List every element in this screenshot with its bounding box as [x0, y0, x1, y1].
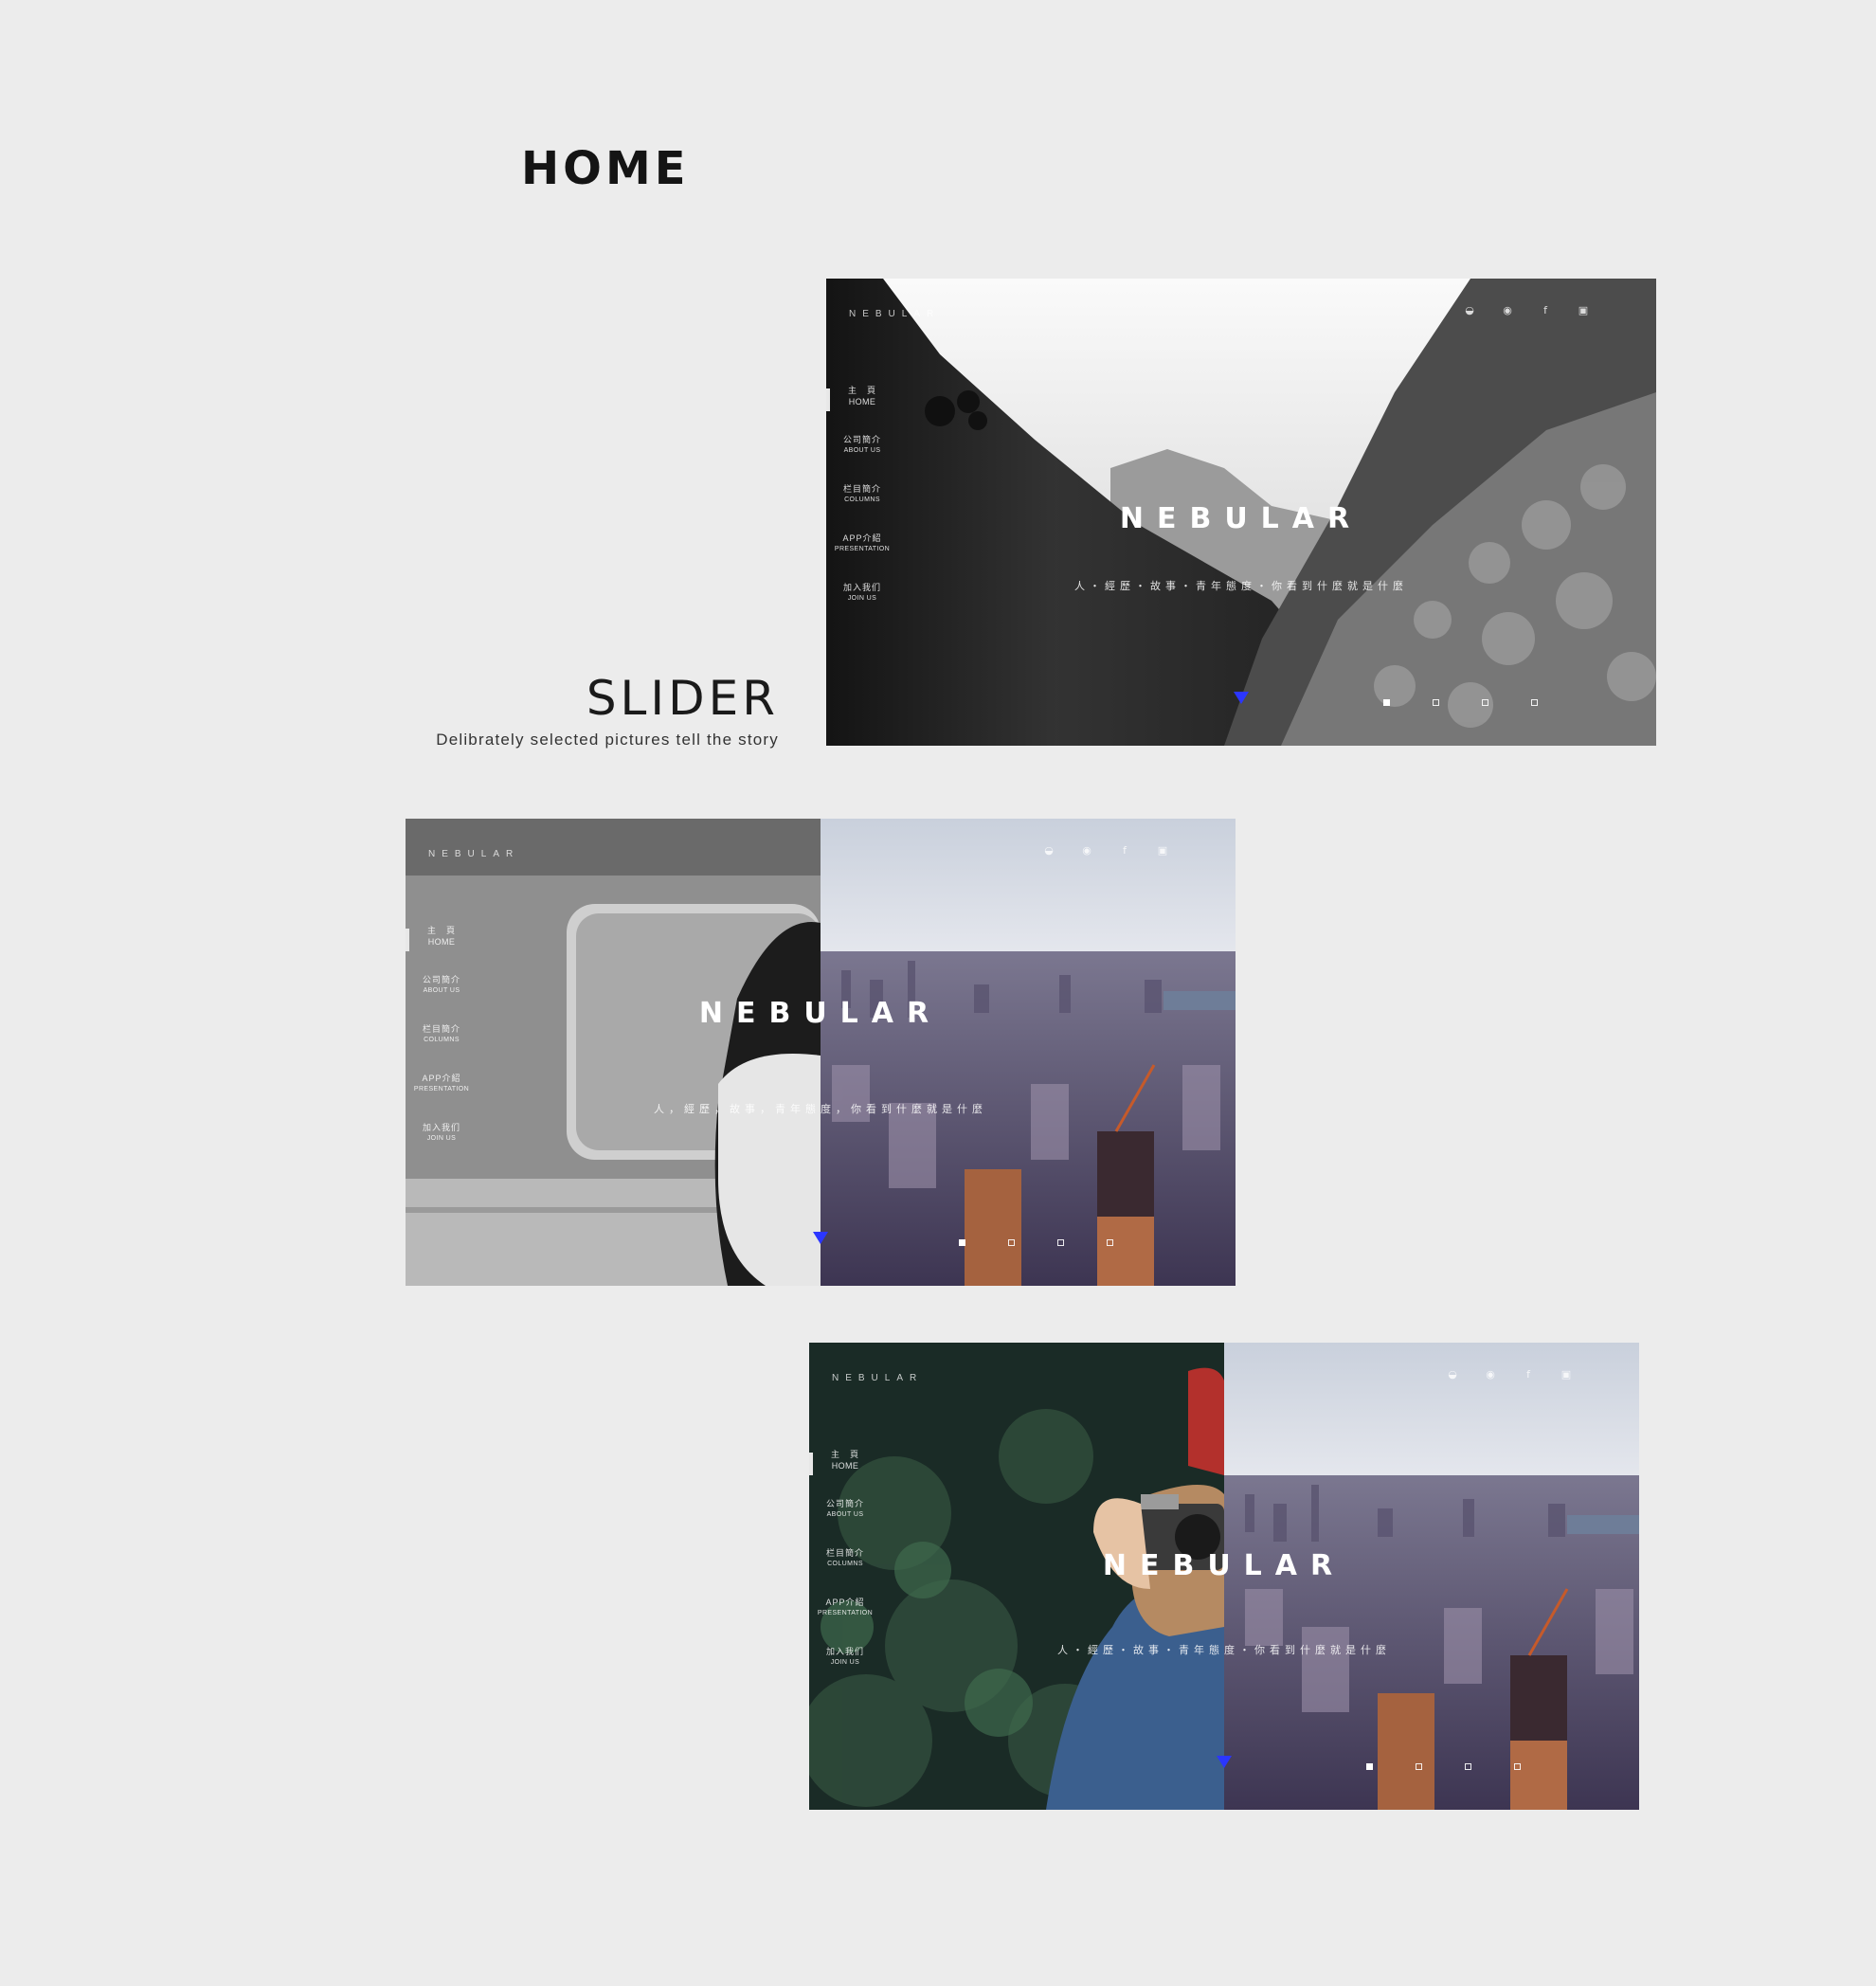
- brand-title: NEBULAR: [1102, 1549, 1346, 1582]
- wechat-icon[interactable]: ◒: [1446, 1367, 1459, 1381]
- slide-dot[interactable]: [959, 1239, 965, 1246]
- slide-dot[interactable]: [1416, 1763, 1422, 1770]
- slide-dot[interactable]: [1531, 699, 1538, 706]
- nav-item-presentation[interactable]: APP介紹 PRESENTATION: [809, 1597, 881, 1646]
- nav-label-en: JOIN US: [426, 1135, 457, 1142]
- slide-dot[interactable]: [1465, 1763, 1471, 1770]
- social-links: ◒ ◉ f ▣: [1446, 1367, 1573, 1381]
- nav-item-presentation[interactable]: APP介紹 PRESENTATION: [826, 533, 898, 582]
- slide-dot[interactable]: [1482, 699, 1488, 706]
- site-logo[interactable]: NEBULAR: [849, 309, 940, 319]
- brand-tagline: 人・經歷・故事・青年態度・你看到什麼就是什麼: [1057, 1645, 1391, 1656]
- weibo-icon[interactable]: ◉: [1080, 843, 1093, 857]
- social-links: ◒ ◉ f ▣: [1463, 303, 1590, 316]
- slide-dot[interactable]: [1366, 1763, 1373, 1770]
- nav-label-en: COLUMNS: [424, 1037, 460, 1043]
- slider-preview-mountains: NEBULAR 主 頁 HOME 公司簡介 ABOUT US 栏目簡介 COLUMNS…: [826, 279, 1656, 746]
- nav-label-cn: 主 頁: [426, 926, 456, 935]
- slide-dot[interactable]: [1383, 699, 1390, 706]
- slider-preview-camera-city: NEBULAR 主 頁 HOME 公司簡介 ABOUT US 栏目簡介 COLUMNS…: [809, 1343, 1639, 1810]
- nav-item-home[interactable]: 主 頁 HOME: [406, 925, 478, 974]
- slider-heading: SLIDER: [586, 671, 779, 726]
- instagram-icon[interactable]: ▣: [1156, 843, 1169, 857]
- site-logo[interactable]: NEBULAR: [832, 1373, 923, 1383]
- nav-label-cn: APP介紹: [422, 1074, 461, 1083]
- brand-title: NEBULAR: [1119, 502, 1363, 535]
- nav-label-en: HOME: [831, 1461, 859, 1471]
- side-nav: 主 頁 HOME 公司簡介 ABOUT US 栏目簡介 COLUMNS APP介紹 PR…: [406, 925, 478, 1171]
- nav-label-en: ABOUT US: [423, 987, 460, 994]
- nav-label-cn: 公司簡介: [842, 435, 881, 444]
- nav-label-cn: 加入我们: [422, 1123, 460, 1132]
- wechat-icon[interactable]: ◒: [1463, 303, 1476, 316]
- weibo-icon[interactable]: ◉: [1484, 1367, 1497, 1381]
- nav-label-cn: 公司簡介: [422, 975, 460, 984]
- nav-label-cn: 栏目簡介: [842, 484, 881, 494]
- nav-label-en: PRESENTATION: [817, 1610, 874, 1616]
- nav-item-about[interactable]: 公司簡介 ABOUT US: [826, 434, 898, 483]
- slide-indicators: [959, 1239, 1113, 1246]
- facebook-icon[interactable]: f: [1118, 843, 1131, 857]
- slide-dot[interactable]: [1433, 699, 1439, 706]
- nav-item-columns[interactable]: 栏目簡介 COLUMNS: [406, 1023, 478, 1073]
- slide-dot[interactable]: [1514, 1763, 1521, 1770]
- weibo-icon[interactable]: ◉: [1501, 303, 1514, 316]
- nav-label-cn: 主 頁: [847, 386, 876, 395]
- nav-label-en: ABOUT US: [826, 1511, 864, 1518]
- slide-indicators: [1383, 699, 1538, 706]
- social-links: ◒ ◉ f ▣: [1042, 843, 1169, 857]
- nav-item-home[interactable]: 主 頁 HOME: [826, 385, 898, 434]
- brand-title: NEBULAR: [698, 997, 943, 1030]
- brand-tagline: 人，經歷，故事，青年態度，你看到什麼就是什麼: [654, 1104, 987, 1115]
- nav-label-cn: APP介紹: [825, 1598, 865, 1607]
- wechat-icon[interactable]: ◒: [1042, 843, 1055, 857]
- brand-tagline: 人・經歷・故事・青年態度・你看到什麼就是什麼: [1074, 581, 1408, 592]
- nav-label-en: HOME: [848, 397, 876, 406]
- slide-indicators: [1366, 1763, 1521, 1770]
- nav-label-en: ABOUT US: [843, 447, 881, 454]
- nav-label-cn: 公司簡介: [825, 1499, 864, 1508]
- nav-label-en: JOIN US: [847, 595, 877, 602]
- facebook-icon[interactable]: f: [1539, 303, 1552, 316]
- nav-label-cn: 主 頁: [830, 1450, 859, 1459]
- slider-caption: Delibrately selected pictures tell the s…: [436, 731, 779, 749]
- instagram-icon[interactable]: ▣: [1577, 303, 1590, 316]
- facebook-icon[interactable]: f: [1522, 1367, 1535, 1381]
- nav-label-en: PRESENTATION: [834, 546, 891, 552]
- nav-label-en: PRESENTATION: [413, 1086, 470, 1092]
- scroll-down-arrow-icon[interactable]: [1234, 692, 1249, 704]
- nav-item-about[interactable]: 公司簡介 ABOUT US: [809, 1498, 881, 1547]
- site-logo[interactable]: NEBULAR: [428, 849, 519, 859]
- slide-dot[interactable]: [1057, 1239, 1064, 1246]
- nav-label-en: HOME: [427, 937, 456, 947]
- nav-label-en: JOIN US: [830, 1659, 860, 1666]
- nav-item-join[interactable]: 加入我们 JOIN US: [406, 1122, 478, 1171]
- scroll-down-arrow-icon[interactable]: [1217, 1756, 1232, 1768]
- train-city-photo: [406, 819, 1236, 1286]
- scroll-down-arrow-icon[interactable]: [813, 1232, 828, 1244]
- slide-dot[interactable]: [1107, 1239, 1113, 1246]
- instagram-icon[interactable]: ▣: [1560, 1367, 1573, 1381]
- slide-dot[interactable]: [1008, 1239, 1015, 1246]
- slider-preview-train-city: NEBULAR 主 頁 HOME 公司簡介 ABOUT US 栏目簡介 COLUMNS…: [406, 819, 1236, 1286]
- nav-item-home[interactable]: 主 頁 HOME: [809, 1449, 881, 1498]
- page-title: HOME: [521, 142, 690, 195]
